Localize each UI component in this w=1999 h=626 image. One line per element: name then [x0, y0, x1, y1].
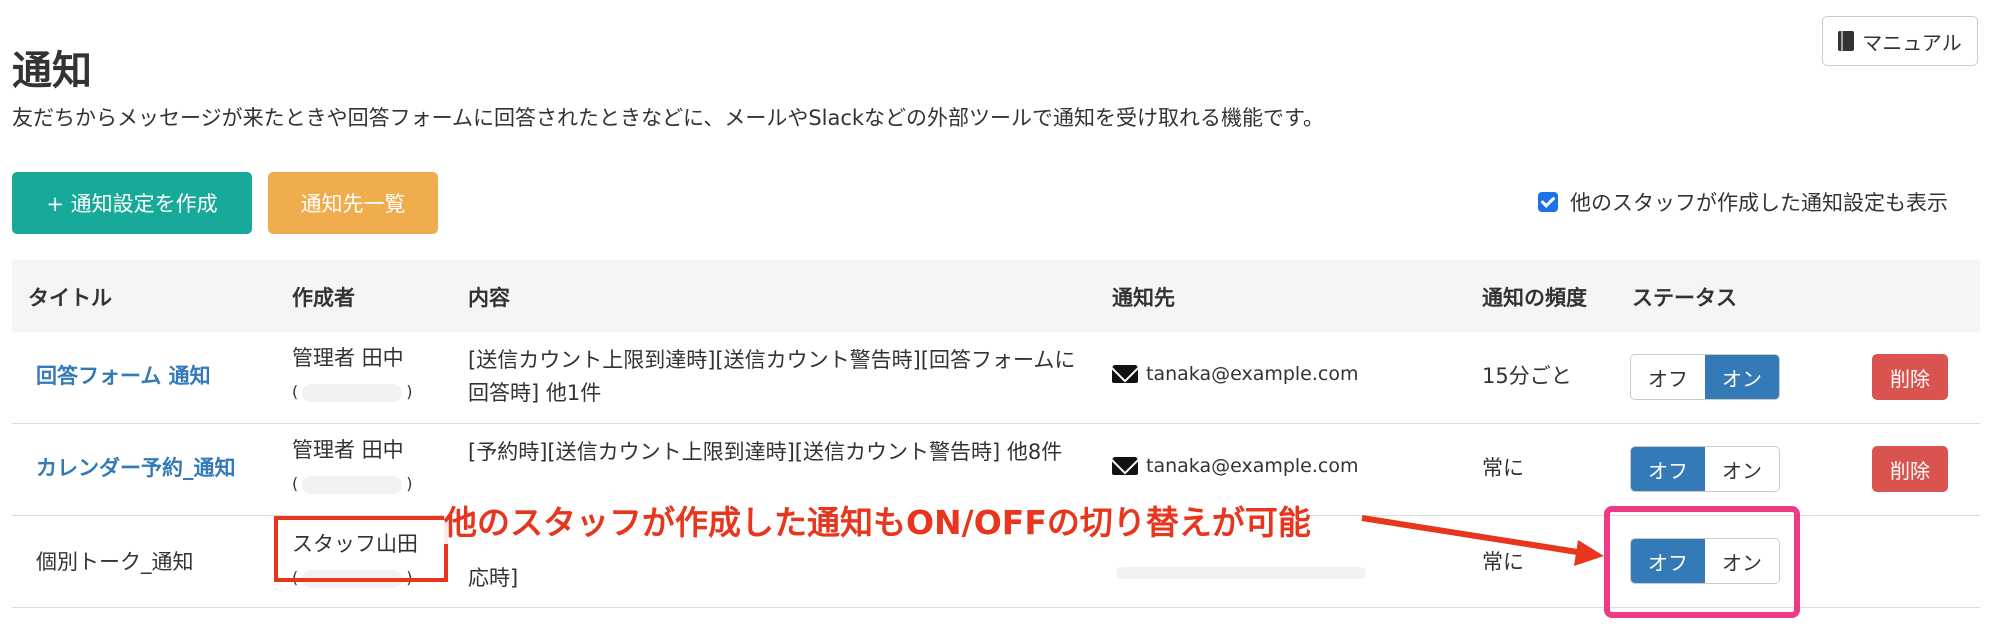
annotation-arrow [1361, 515, 1604, 566]
